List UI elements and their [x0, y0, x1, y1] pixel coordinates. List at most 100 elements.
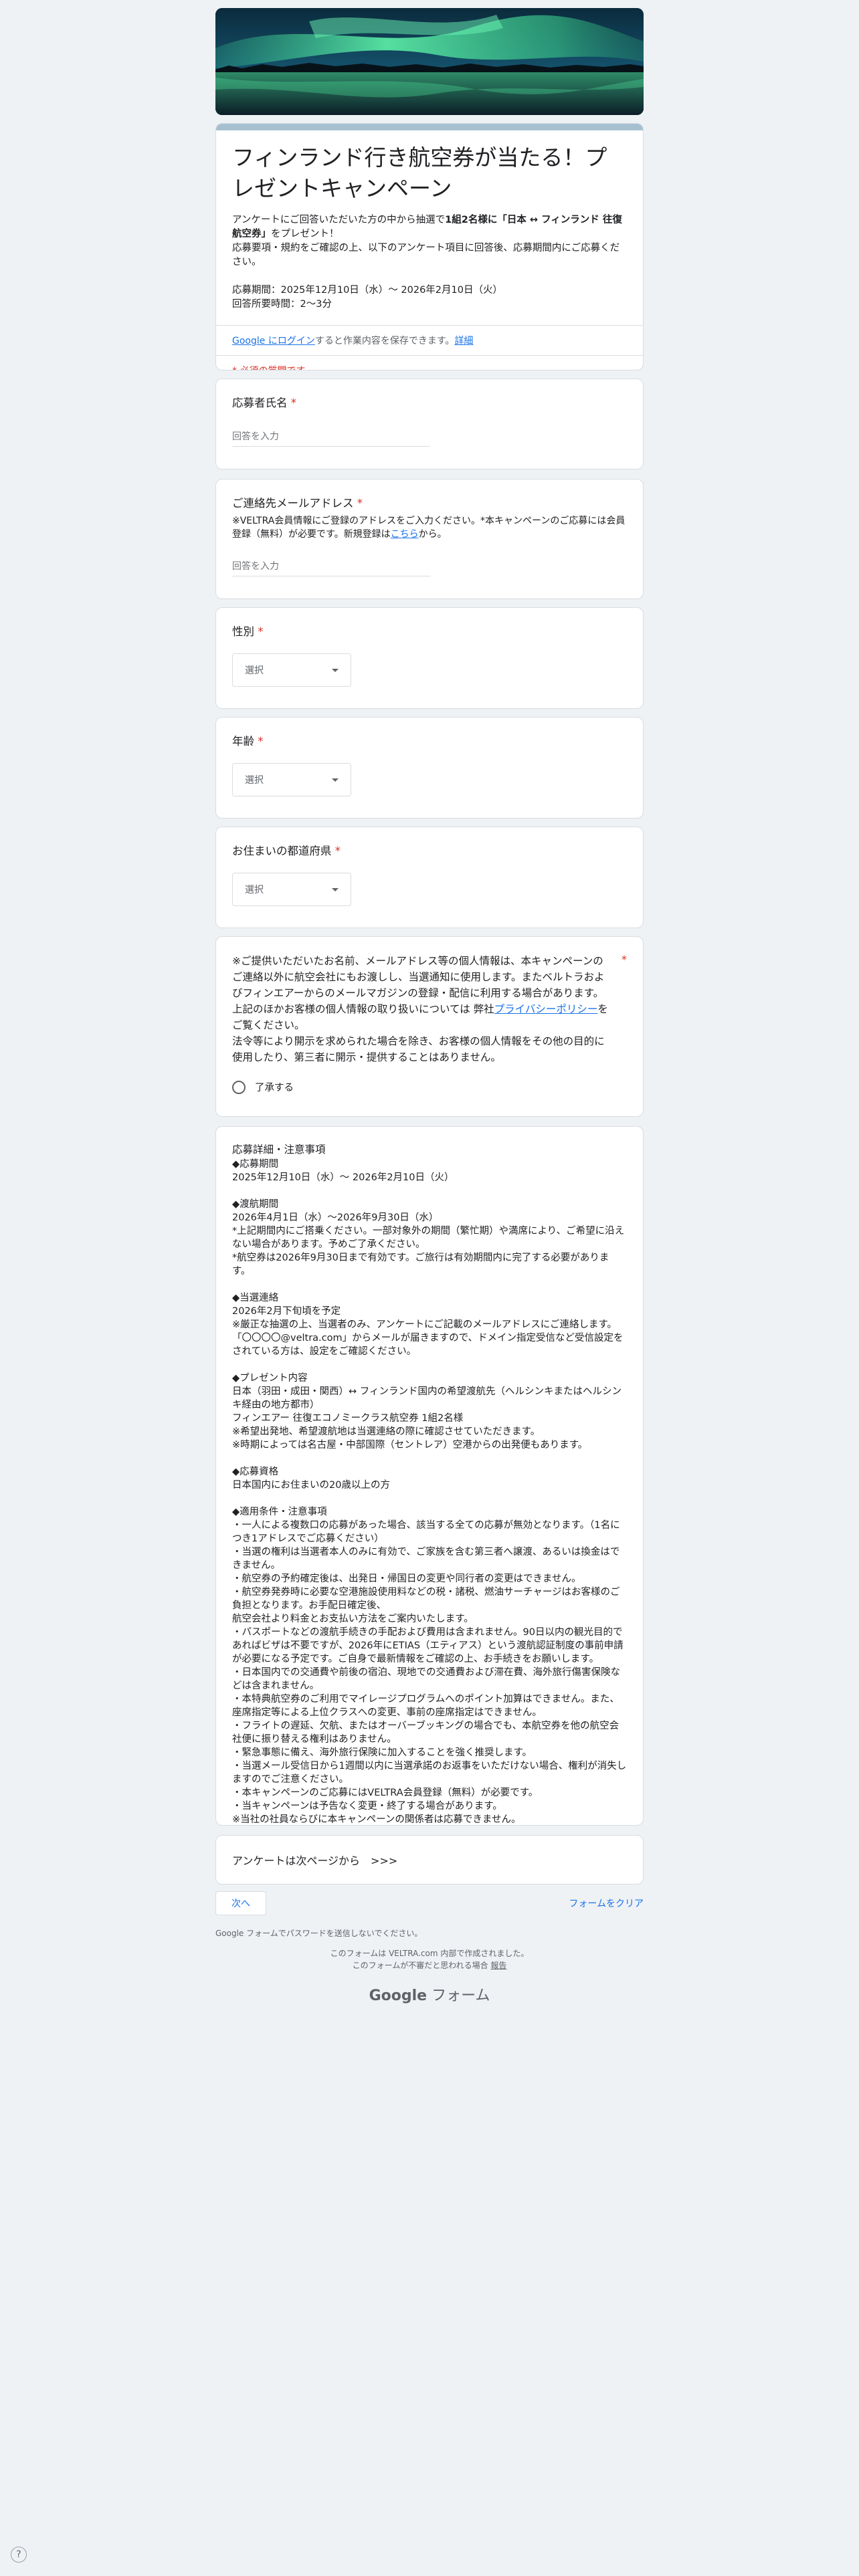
- next-button[interactable]: 次へ: [215, 1891, 266, 1915]
- question-name: 応募者氏名 *: [215, 379, 644, 469]
- required-asterisk: *: [622, 953, 627, 966]
- question-prefecture: お住まいの都道府県 * 選択: [215, 827, 644, 928]
- details-line: ・本キャンペーンのご応募にはVELTRA会員登録（無料）が必要です。: [232, 1788, 539, 1798]
- login-detail-link[interactable]: 詳細: [454, 336, 473, 346]
- privacy-policy-link[interactable]: プライバシーポリシー: [494, 1003, 598, 1015]
- details-line: 2026年2月下旬頃を予定: [232, 1306, 341, 1317]
- details-spacer: [232, 1492, 627, 1505]
- question-help-text: ※VELTRA会員情報にご登録のアドレスをご入力ください。*本キャンペーンのご応…: [232, 514, 627, 541]
- details-line: ・フライトの遅延、欠航、またはオーバーブッキングの場合でも、本航空券を他の航空会…: [232, 1721, 619, 1745]
- question-email: ご連絡先メールアドレス * ※VELTRA会員情報にご登録のアドレスをご入力くだ…: [215, 479, 644, 599]
- consent-option[interactable]: 了承する: [232, 1080, 627, 1094]
- question-title: 年齢 *: [232, 734, 627, 750]
- details-line: ・航空券発券時に必要な空港施設使用料などの税・諸税、燃油サーチャージはお客様のご…: [232, 1587, 620, 1611]
- details-line: ◆プレゼント内容: [232, 1373, 308, 1384]
- details-line: *航空券は2026年9月30日まで有効です。ご旅行は有効期間内に完了する必要があ…: [232, 1253, 609, 1277]
- logo-forms-text: フォーム: [432, 1988, 490, 2004]
- description-period: 応募期間：2025年12月10日（水）〜 2026年2月10日（火）: [232, 285, 502, 296]
- description-instructions: 応募要項・規約をご確認の上、以下のアンケート項目に回答後、応募期間内にご応募くだ…: [232, 243, 620, 267]
- description-text: アンケートにご回答いただいた方の中から抽選で: [232, 215, 446, 225]
- select-value: 選択: [245, 665, 264, 676]
- details-line: 日本国内にお住まいの20歳以上の方: [232, 1480, 390, 1491]
- details-line: ※希望出発地、希望渡航地は当選連絡の際に確認させていただきます。: [232, 1426, 541, 1437]
- question-label: 応募者氏名: [232, 397, 288, 409]
- google-forms-logo[interactable]: Google フォーム: [215, 1983, 644, 2005]
- question-label: ご連絡先メールアドレス: [232, 497, 354, 510]
- header-banner-image: [215, 8, 644, 115]
- email-input[interactable]: [232, 557, 430, 576]
- chevron-down-icon: [332, 887, 339, 891]
- gender-select[interactable]: 選択: [232, 653, 351, 687]
- required-note: * 必須の質問です: [216, 356, 643, 370]
- details-spacer: [232, 1184, 627, 1198]
- details-line: 日本（羽田・成田・関西）↔ フィンランド国内の希望渡航先（ヘルシンキまたはヘルシ…: [232, 1386, 622, 1410]
- details-spacer: [232, 1452, 627, 1465]
- question-gender: 性別 * 選択: [215, 607, 644, 709]
- details-heading: 応募詳細・注意事項: [232, 1144, 326, 1156]
- login-notice: Google にログインすると作業内容を保存できます。詳細: [216, 326, 643, 355]
- next-page-note-card: アンケートは次ページから >>>: [215, 1835, 644, 1885]
- details-line: ※当社の社員ならびに本キャンペーンの関係者は応募できません。: [232, 1814, 521, 1825]
- details-line: ・当選の権利は当選者本人のみに有効で、ご家族を含む第三者へ譲渡、あるいは換金はで…: [232, 1547, 620, 1571]
- help-text: から。: [418, 529, 447, 540]
- report-text: このフォームが不審だと思われる場合: [352, 1961, 491, 1970]
- accent-bar: [216, 124, 643, 130]
- required-asterisk: *: [258, 735, 264, 748]
- google-login-link[interactable]: Google にログイン: [232, 336, 315, 346]
- next-page-note: アンケートは次ページから >>>: [232, 1854, 398, 1867]
- question-consent: ※ご提供いただいたお名前、メールアドレス等の個人情報は、本キャンペーンのご連絡以…: [215, 936, 644, 1117]
- details-spacer: [232, 1358, 627, 1372]
- details-line: ・一人による複数口の応募があった場合、該当する全ての応募が無効となります。（1名…: [232, 1520, 620, 1544]
- chevron-down-icon: [332, 778, 339, 782]
- form-title: フィンランド行き航空券が当たる！プレゼントキャンペーン: [232, 144, 607, 201]
- description-text: をプレゼント！: [271, 229, 339, 239]
- details-line: ◆応募資格: [232, 1467, 279, 1477]
- details-line: ・当キャンペーンは予告なく変更・終了する場合があります。: [232, 1801, 502, 1812]
- required-asterisk: *: [258, 625, 264, 638]
- question-title: 性別 *: [232, 624, 627, 640]
- required-asterisk: *: [357, 497, 363, 510]
- consent-paragraph: ※ご提供いただいたお名前、メールアドレス等の個人情報は、本キャンペーンのご連絡以…: [232, 955, 605, 999]
- required-asterisk: *: [290, 397, 296, 409]
- signup-link[interactable]: こちら: [391, 529, 419, 540]
- details-line: ・パスポートなどの渡航手続きの手配および費用は含まれません。90日以内の観光目的…: [232, 1627, 624, 1665]
- consent-text: ※ご提供いただいたお名前、メールアドレス等の個人情報は、本キャンペーンのご連絡以…: [232, 953, 617, 1065]
- password-warning: Google フォームでパスワードを送信しないでください。: [215, 1929, 423, 1938]
- select-value: 選択: [245, 775, 264, 786]
- consent-paragraph: 法令等により開示を求められた場合を除き、お客様の個人情報をその他の目的に使用した…: [232, 1035, 605, 1063]
- consent-paragraph: 上記のほかお客様の個人情報の取り扱いについては 弊社: [232, 1003, 494, 1015]
- name-input[interactable]: [232, 427, 430, 447]
- details-spacer: [232, 1278, 627, 1291]
- details-line: フィンエアー 往復エコノミークラス航空券 1組2名様: [232, 1413, 464, 1424]
- select-value: 選択: [245, 885, 264, 895]
- radio-button[interactable]: [232, 1080, 246, 1094]
- aurora-landscape-image: [215, 8, 644, 115]
- details-lines: ◆応募期間 2025年12月10日（水）〜 2026年2月10日（火） ◆渡航期間 2…: [232, 1158, 627, 1826]
- details-line: ◆渡航期間: [232, 1199, 279, 1210]
- question-title: ご連絡先メールアドレス *: [232, 496, 627, 512]
- details-text: 応募詳細・注意事項 ◆応募期間 2025年12月10日（水）〜 2026年2月10…: [232, 1143, 627, 1826]
- age-select[interactable]: 選択: [232, 763, 351, 796]
- details-line: ・日本国内での交通費や前後の宿泊、現地での交通費および滞在費、海外旅行傷害保険な…: [232, 1667, 620, 1691]
- question-age: 年齢 * 選択: [215, 717, 644, 819]
- report-link[interactable]: 報告: [490, 1961, 506, 1970]
- question-label: お住まいの都道府県: [232, 845, 332, 857]
- help-icon[interactable]: ?: [11, 2547, 27, 2563]
- clear-form-link[interactable]: フォームをクリア: [569, 1897, 644, 1910]
- details-line: *上記期間内にご搭乗ください。一部対象外の期間（繁忙期）や満席により、ご希望に沿…: [232, 1226, 625, 1250]
- prefecture-select[interactable]: 選択: [232, 873, 351, 906]
- footer-report: このフォームが不審だと思われる場合 報告: [215, 1959, 644, 1971]
- details-section: 応募詳細・注意事項 ◆応募期間 2025年12月10日（水）〜 2026年2月10…: [215, 1126, 644, 1826]
- question-label: 年齢: [232, 735, 254, 748]
- question-title: お住まいの都道府県 *: [232, 843, 627, 859]
- details-line: 2025年12月10日（水）〜 2026年2月10日（火）: [232, 1172, 454, 1183]
- logo-google-text: Google: [369, 1988, 427, 2004]
- chevron-down-icon: [332, 668, 339, 672]
- description-duration: 回答所要時間：2〜3分: [232, 299, 332, 310]
- details-line: ・本特典航空券のご利用でマイレージプログラムへのポイント加算はできません。また、…: [232, 1694, 619, 1718]
- details-line: ・緊急事態に備え、海外旅行保険に加入することを強く推奨します。: [232, 1747, 533, 1758]
- radio-label: 了承する: [255, 1083, 294, 1093]
- details-line: ◆応募期間: [232, 1159, 279, 1170]
- form-description: アンケートにご回答いただいた方の中から抽選で1組2名様に「日本 ↔ フィンランド…: [232, 213, 627, 312]
- form-page: フィンランド行き航空券が当たる！プレゼントキャンペーン アンケートにご回答いただ…: [0, 0, 859, 2576]
